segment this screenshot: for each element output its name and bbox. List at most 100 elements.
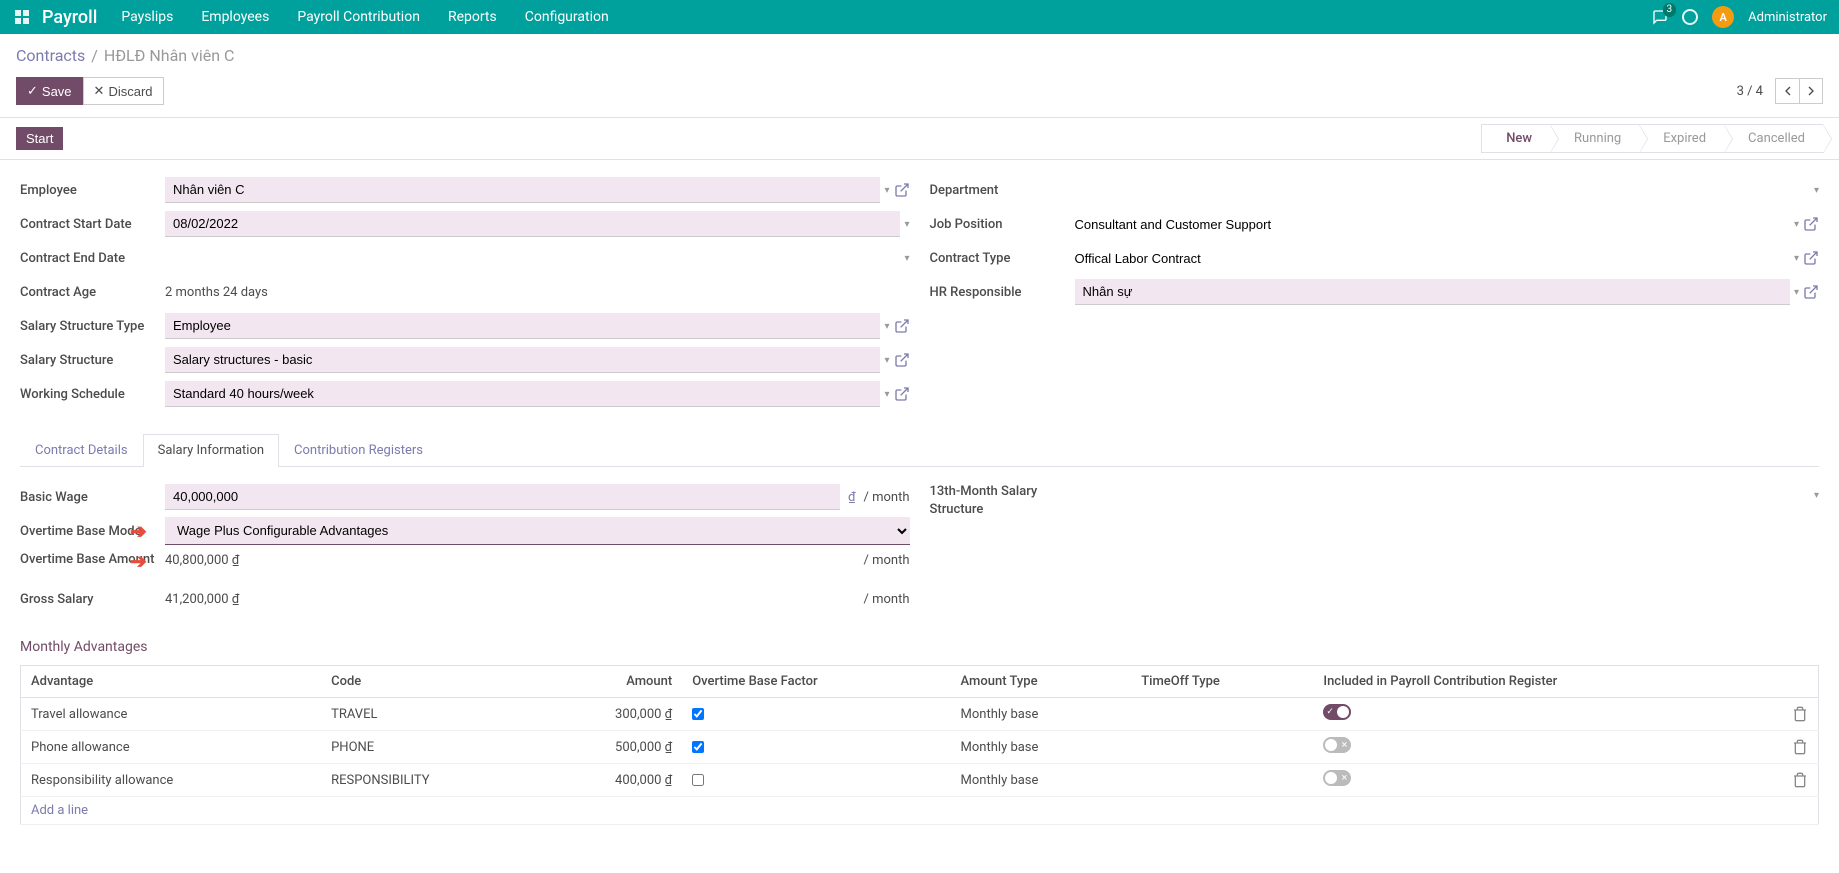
cell-overtime-factor[interactable]: [682, 764, 950, 797]
cell-timeoff-type[interactable]: [1131, 764, 1313, 797]
nav-item-payslips[interactable]: Payslips: [121, 9, 173, 25]
input-contract-type[interactable]: [1075, 246, 1790, 271]
checkbox-overtime-factor[interactable]: [692, 708, 704, 720]
status-step-new[interactable]: New: [1481, 124, 1550, 153]
input-working-schedule[interactable]: [165, 381, 880, 407]
cell-amount-type[interactable]: Monthly base: [951, 698, 1132, 731]
table-row[interactable]: Phone allowance PHONE 500,000 ₫ Monthly …: [21, 731, 1819, 764]
status-step-cancelled[interactable]: Cancelled: [1724, 124, 1823, 153]
cell-advantage[interactable]: Responsibility allowance: [21, 764, 322, 797]
dropdown-caret-icon[interactable]: ▾: [1814, 490, 1819, 501]
messaging-icon[interactable]: 3: [1652, 9, 1668, 25]
dropdown-caret-icon[interactable]: ▾: [1794, 253, 1799, 264]
th-advantage[interactable]: Advantage: [21, 666, 322, 698]
cell-overtime-factor[interactable]: [682, 731, 950, 764]
user-avatar[interactable]: A: [1712, 6, 1734, 28]
input-hr-responsible[interactable]: [1075, 279, 1790, 305]
activities-icon[interactable]: [1682, 9, 1698, 25]
user-name[interactable]: Administrator: [1748, 10, 1827, 25]
nav-item-configuration[interactable]: Configuration: [525, 9, 609, 25]
dropdown-caret-icon[interactable]: ▾: [884, 185, 889, 196]
pager-next[interactable]: [1799, 78, 1823, 104]
cell-code[interactable]: TRAVEL: [321, 698, 540, 731]
external-link-icon[interactable]: [894, 318, 910, 334]
start-button[interactable]: Start: [16, 127, 63, 150]
table-row[interactable]: Responsibility allowance RESPONSIBILITY …: [21, 764, 1819, 797]
status-step-running[interactable]: Running: [1550, 124, 1639, 153]
dropdown-caret-icon[interactable]: ▾: [884, 355, 889, 366]
input-thirteenth[interactable]: [1075, 483, 1810, 508]
nav-item-payroll-contribution[interactable]: Payroll Contribution: [297, 9, 420, 25]
tab-contract-details[interactable]: Contract Details: [20, 434, 143, 466]
th-amount[interactable]: Amount: [540, 666, 682, 698]
cell-code[interactable]: PHONE: [321, 731, 540, 764]
external-link-icon[interactable]: [894, 182, 910, 198]
delete-row-icon[interactable]: [1792, 739, 1808, 754]
cell-amount-type[interactable]: Monthly base: [951, 764, 1132, 797]
cell-included[interactable]: [1313, 764, 1782, 797]
external-link-icon[interactable]: [894, 352, 910, 368]
tab-salary-information[interactable]: Salary Information: [143, 434, 279, 467]
save-button[interactable]: ✓ Save: [16, 77, 83, 105]
dropdown-caret-icon[interactable]: ▾: [1794, 287, 1799, 298]
external-link-icon[interactable]: [894, 386, 910, 402]
breadcrumb-root[interactable]: Contracts: [16, 46, 85, 65]
select-overtime-base-mode[interactable]: Wage Plus Configurable Advantages: [165, 517, 910, 545]
nav-item-reports[interactable]: Reports: [448, 9, 497, 25]
input-job-position[interactable]: [1075, 212, 1790, 237]
check-icon: ✓: [27, 83, 38, 99]
external-link-icon[interactable]: [1803, 216, 1819, 232]
cell-advantage[interactable]: Phone allowance: [21, 731, 322, 764]
th-amount-type[interactable]: Amount Type: [951, 666, 1132, 698]
cell-amount[interactable]: 500,000 ₫: [540, 731, 682, 764]
input-contract-start[interactable]: [165, 211, 900, 237]
dropdown-caret-icon[interactable]: ▾: [884, 321, 889, 332]
cell-advantage[interactable]: Travel allowance: [21, 698, 322, 731]
cell-amount[interactable]: 300,000 ₫: [540, 698, 682, 731]
app-brand[interactable]: Payroll: [42, 7, 97, 28]
delete-row-icon[interactable]: [1792, 772, 1808, 787]
toggle-included[interactable]: [1323, 737, 1351, 753]
section-monthly-advantages: Monthly Advantages: [20, 639, 1819, 655]
dropdown-caret-icon[interactable]: ▾: [1814, 185, 1819, 196]
cell-timeoff-type[interactable]: [1131, 731, 1313, 764]
dropdown-caret-icon[interactable]: ▾: [884, 389, 889, 400]
dropdown-caret-icon[interactable]: ▾: [904, 253, 909, 264]
th-timeoff-type[interactable]: TimeOff Type: [1131, 666, 1313, 698]
checkbox-overtime-factor[interactable]: [692, 774, 704, 786]
toggle-included[interactable]: [1323, 704, 1351, 720]
input-salary-struct[interactable]: [165, 347, 880, 373]
field-contract-end: Contract End Date ▾: [20, 244, 910, 272]
th-code[interactable]: Code: [321, 666, 540, 698]
dropdown-caret-icon[interactable]: ▾: [1794, 219, 1799, 230]
add-line-link[interactable]: Add a line: [21, 797, 1819, 825]
input-salary-struct-type[interactable]: [165, 313, 880, 339]
input-basic-wage[interactable]: [165, 484, 840, 510]
input-contract-end[interactable]: [165, 246, 900, 271]
checkbox-overtime-factor[interactable]: [692, 741, 704, 753]
input-employee[interactable]: [165, 177, 880, 203]
status-step-expired[interactable]: Expired: [1639, 124, 1724, 153]
th-overtime-factor[interactable]: Overtime Base Factor: [682, 666, 950, 698]
delete-row-icon[interactable]: [1792, 706, 1808, 721]
input-department[interactable]: [1075, 178, 1810, 203]
cell-code[interactable]: RESPONSIBILITY: [321, 764, 540, 797]
th-included[interactable]: Included in Payroll Contribution Registe…: [1313, 666, 1782, 698]
nav-item-employees[interactable]: Employees: [201, 9, 269, 25]
cell-amount-type[interactable]: Monthly base: [951, 731, 1132, 764]
external-link-icon[interactable]: [1803, 284, 1819, 300]
tab-contribution-registers[interactable]: Contribution Registers: [279, 434, 438, 466]
dropdown-caret-icon[interactable]: ▾: [904, 219, 909, 230]
cell-overtime-factor[interactable]: [682, 698, 950, 731]
discard-button[interactable]: ✕ Discard: [83, 77, 164, 105]
table-row[interactable]: Travel allowance TRAVEL 300,000 ₫ Monthl…: [21, 698, 1819, 731]
apps-menu-icon[interactable]: [12, 7, 32, 27]
pager-prev[interactable]: [1775, 78, 1799, 104]
toggle-included[interactable]: [1323, 770, 1351, 786]
status-steps: New Running Expired Cancelled: [1481, 124, 1823, 153]
cell-included[interactable]: [1313, 731, 1782, 764]
cell-amount[interactable]: 400,000 ₫: [540, 764, 682, 797]
cell-included[interactable]: [1313, 698, 1782, 731]
cell-timeoff-type[interactable]: [1131, 698, 1313, 731]
external-link-icon[interactable]: [1803, 250, 1819, 266]
